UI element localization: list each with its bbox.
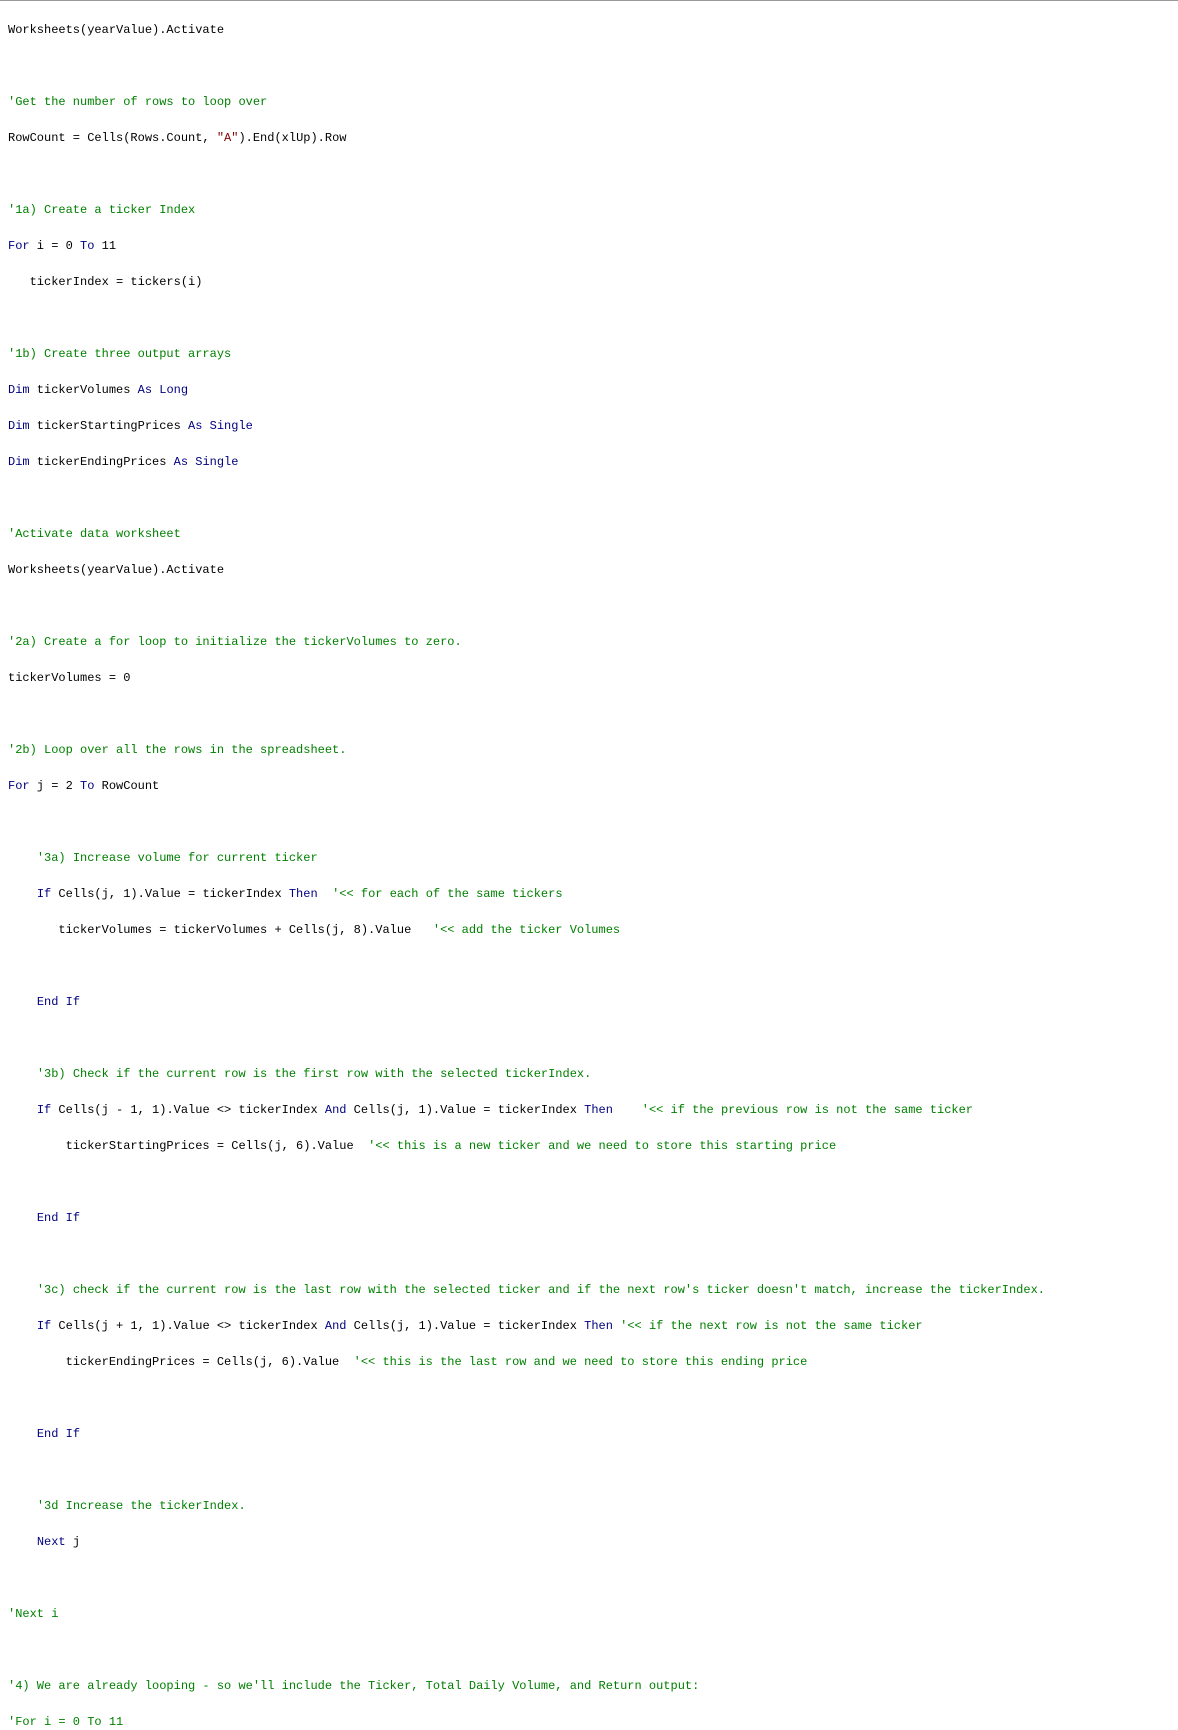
- code-line: RowCount = Cells(Rows.Count, "A").End(xl…: [8, 129, 1170, 147]
- vba-code-editor[interactable]: Worksheets(yearValue).Activate 'Get the …: [0, 1, 1178, 1730]
- code-line: '4) We are already looping - so we'll in…: [8, 1677, 1170, 1695]
- code-line: [8, 1029, 1170, 1047]
- code-line: 'Activate data worksheet: [8, 525, 1170, 543]
- code-line: If Cells(j, 1).Value = tickerIndex Then …: [8, 885, 1170, 903]
- code-line: tickerEndingPrices = Cells(j, 6).Value '…: [8, 1353, 1170, 1371]
- code-line: tickerIndex = tickers(i): [8, 273, 1170, 291]
- code-line: [8, 597, 1170, 615]
- code-line: If Cells(j - 1, 1).Value <> tickerIndex …: [8, 1101, 1170, 1119]
- code-line: 'Next i: [8, 1605, 1170, 1623]
- code-line: [8, 1173, 1170, 1191]
- code-line: [8, 1389, 1170, 1407]
- code-line: [8, 705, 1170, 723]
- code-line: [8, 489, 1170, 507]
- code-line: 'For i = 0 To 11: [8, 1713, 1170, 1730]
- code-line: [8, 1569, 1170, 1587]
- code-line: Dim tickerVolumes As Long: [8, 381, 1170, 399]
- code-line: '3d Increase the tickerIndex.: [8, 1497, 1170, 1515]
- code-line: Worksheets(yearValue).Activate: [8, 21, 1170, 39]
- code-line: [8, 813, 1170, 831]
- code-line: End If: [8, 993, 1170, 1011]
- code-line: If Cells(j + 1, 1).Value <> tickerIndex …: [8, 1317, 1170, 1335]
- code-line: tickerVolumes = tickerVolumes + Cells(j,…: [8, 921, 1170, 939]
- code-line: '2b) Loop over all the rows in the sprea…: [8, 741, 1170, 759]
- code-line: '1b) Create three output arrays: [8, 345, 1170, 363]
- code-line: '2a) Create a for loop to initialize the…: [8, 633, 1170, 651]
- code-line: Next j: [8, 1533, 1170, 1551]
- code-line: For i = 0 To 11: [8, 237, 1170, 255]
- code-line: [8, 1641, 1170, 1659]
- code-line: 'Get the number of rows to loop over: [8, 93, 1170, 111]
- code-line: tickerVolumes = 0: [8, 669, 1170, 687]
- code-line: [8, 1461, 1170, 1479]
- code-line: '1a) Create a ticker Index: [8, 201, 1170, 219]
- code-line: [8, 309, 1170, 327]
- code-line: '3b) Check if the current row is the fir…: [8, 1065, 1170, 1083]
- code-line: [8, 957, 1170, 975]
- code-line: End If: [8, 1425, 1170, 1443]
- code-line: [8, 1245, 1170, 1263]
- code-line: [8, 57, 1170, 75]
- code-line: Dim tickerStartingPrices As Single: [8, 417, 1170, 435]
- code-line: '3a) Increase volume for current ticker: [8, 849, 1170, 867]
- code-line: tickerStartingPrices = Cells(j, 6).Value…: [8, 1137, 1170, 1155]
- code-line: Dim tickerEndingPrices As Single: [8, 453, 1170, 471]
- code-line: [8, 165, 1170, 183]
- code-line: End If: [8, 1209, 1170, 1227]
- code-line: '3c) check if the current row is the las…: [8, 1281, 1170, 1299]
- code-line: For j = 2 To RowCount: [8, 777, 1170, 795]
- code-line: Worksheets(yearValue).Activate: [8, 561, 1170, 579]
